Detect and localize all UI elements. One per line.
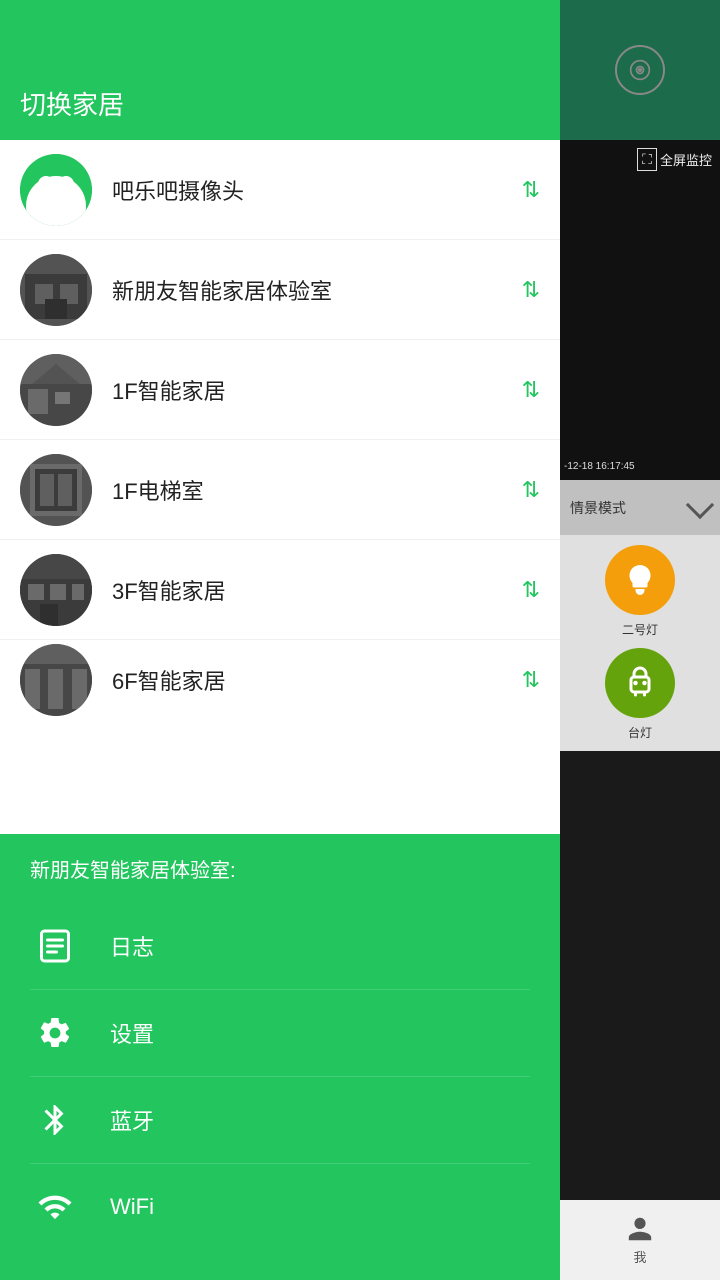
list-item[interactable]: 新朋友智能家居体验室 ⇅ — [0, 240, 560, 340]
bottom-nav-right: 我 — [560, 1200, 720, 1280]
sort-icon-0[interactable]: ⇅ — [522, 177, 540, 203]
device-light2[interactable]: 二号灯 — [605, 545, 675, 638]
avatar-5 — [20, 644, 92, 716]
scene-label: 情景模式 — [570, 498, 626, 518]
scene-bar[interactable]: 情景模式 — [560, 480, 720, 535]
list-item[interactable]: 1F电梯室 ⇅ — [0, 440, 560, 540]
device-desk[interactable]: 台灯 — [605, 648, 675, 741]
log-icon — [30, 921, 80, 971]
list-item[interactable]: 吧乐吧摄像头 ⇅ — [0, 140, 560, 240]
device-light2-circle — [605, 545, 675, 615]
sort-icon-2[interactable]: ⇅ — [522, 377, 540, 403]
nav-me[interactable]: 我 — [626, 1215, 654, 1266]
list-item[interactable]: 3F智能家居 ⇅ — [0, 540, 560, 640]
fullscreen-label[interactable]: ⛶ 全屏监控 — [637, 148, 712, 171]
right-top-bar — [560, 0, 720, 140]
device-desk-circle — [605, 648, 675, 718]
bottom-menu-header: 新朋友智能家居体验室: — [30, 854, 530, 883]
list-item[interactable]: 1F智能家居 ⇅ — [0, 340, 560, 440]
menu-item-bluetooth[interactable]: 蓝牙 — [30, 1077, 530, 1164]
list-item-name: 3F智能家居 — [112, 574, 522, 606]
bluetooth-icon — [30, 1095, 80, 1145]
sort-icon-3[interactable]: ⇅ — [522, 477, 540, 503]
timestamp: -12-18 16:17:45 — [564, 461, 635, 472]
menu-item-settings[interactable]: 设置 — [30, 990, 530, 1077]
right-panel: ⛶ 全屏监控 -12-18 16:17:45 情景模式 二号灯 — [560, 0, 720, 1280]
menu-settings-label: 设置 — [110, 1017, 154, 1049]
settings-icon — [30, 1008, 80, 1058]
menu-item-log[interactable]: 日志 — [30, 903, 530, 990]
device-desk-label: 台灯 — [628, 724, 652, 741]
list-item-name: 1F智能家居 — [112, 374, 522, 406]
sort-icon-5[interactable]: ⇅ — [522, 667, 540, 693]
list-item-name: 6F智能家居 — [112, 664, 522, 696]
sort-icon-1[interactable]: ⇅ — [522, 277, 540, 303]
sort-icon-4[interactable]: ⇅ — [522, 577, 540, 603]
bottom-menu-items: 日志 设置 蓝牙 — [30, 903, 530, 1250]
avatar-3 — [20, 454, 92, 526]
right-video-area: ⛶ 全屏监控 -12-18 16:17:45 — [560, 140, 720, 480]
avatar-4 — [20, 554, 92, 626]
avatar-0 — [20, 154, 92, 226]
menu-bluetooth-label: 蓝牙 — [110, 1104, 154, 1136]
header: 切换家居 — [0, 0, 560, 140]
menu-log-label: 日志 — [110, 930, 154, 962]
wifi-icon — [30, 1182, 80, 1232]
list-item-name: 吧乐吧摄像头 — [112, 174, 522, 206]
list-item-name: 1F电梯室 — [112, 474, 522, 506]
page-title: 切换家居 — [20, 85, 124, 122]
chevron-down-icon[interactable] — [686, 490, 714, 518]
list-item-name: 新朋友智能家居体验室 — [112, 274, 522, 306]
menu-wifi-label: WiFi — [110, 1194, 154, 1220]
avatar-1 — [20, 254, 92, 326]
menu-item-wifi[interactable]: WiFi — [30, 1164, 530, 1250]
avatar-2 — [20, 354, 92, 426]
bottom-menu: 新朋友智能家居体验室: 日志 — [0, 834, 560, 1280]
main-overlay: 切换家居 吧乐吧摄像头 ⇅ — [0, 0, 560, 1280]
home-list: 吧乐吧摄像头 ⇅ 新朋友智能家居体验室 ⇅ — [0, 140, 560, 834]
right-devices: 二号灯 台灯 — [560, 535, 720, 751]
device-light2-label: 二号灯 — [622, 621, 658, 638]
camera-icon — [615, 45, 665, 95]
list-item[interactable]: 6F智能家居 ⇅ — [0, 640, 560, 720]
